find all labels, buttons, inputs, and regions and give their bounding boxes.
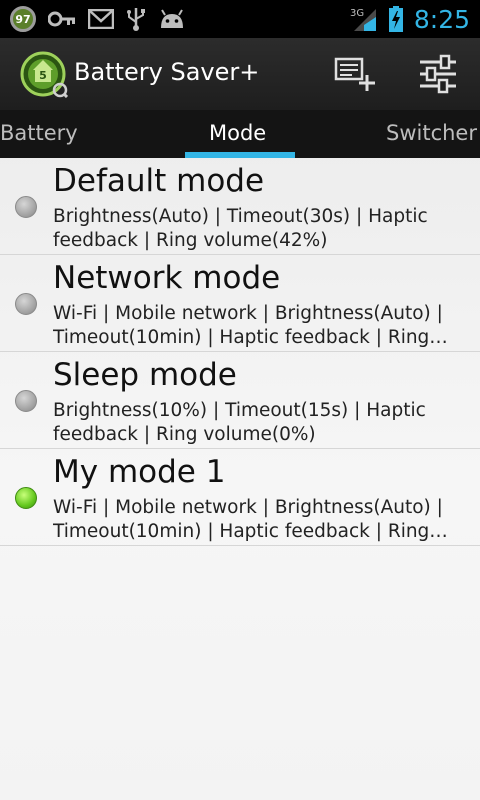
mode-list: Default mode Brightness(Auto) | Timeout(… xyxy=(0,158,480,546)
tab-mode[interactable]: Mode xyxy=(209,110,266,158)
key-icon xyxy=(48,11,75,27)
mode-description: Brightness(10%) | Timeout(15s) | Haptic … xyxy=(53,400,426,445)
mode-description: Wi-Fi | Mobile network | Brightness(Auto… xyxy=(53,303,448,348)
mode-radio-button[interactable] xyxy=(15,390,37,412)
signal-3g-icon: 3G xyxy=(350,8,376,31)
system-icons: 3G 8:25 xyxy=(350,0,470,38)
mode-title: Sleep mode xyxy=(53,357,237,393)
mode-title: My mode 1 xyxy=(53,454,226,490)
clock: 8:25 xyxy=(413,4,470,34)
mode-description: Wi-Fi | Mobile network | Brightness(Auto… xyxy=(53,497,448,542)
add-mode-button[interactable] xyxy=(330,52,378,96)
svg-text:5: 5 xyxy=(39,69,47,82)
mode-title: Network mode xyxy=(53,260,281,296)
gmail-icon xyxy=(88,9,114,29)
mode-description: Brightness(Auto) | Timeout(30s) | Haptic… xyxy=(53,206,428,251)
settings-sliders-icon xyxy=(420,54,456,94)
mode-radio-button-selected[interactable] xyxy=(15,487,37,509)
add-mode-icon xyxy=(334,57,375,91)
tab-switcher[interactable]: Switcher xyxy=(386,110,477,158)
settings-button[interactable] xyxy=(414,52,462,96)
list-item[interactable]: Sleep mode Brightness(10%) | Timeout(15s… xyxy=(0,352,480,449)
badge-notification-icon: 97 xyxy=(10,6,36,32)
mode-radio-button[interactable] xyxy=(15,293,37,315)
app-logo-icon[interactable]: 5 xyxy=(20,50,68,98)
battery-charging-icon xyxy=(388,6,403,32)
usb-icon xyxy=(127,8,145,31)
list-item[interactable]: Default mode Brightness(Auto) | Timeout(… xyxy=(0,158,480,255)
status-bar: 97 3G 8:25 xyxy=(0,0,480,38)
mode-title: Default mode xyxy=(53,163,265,199)
notification-icons: 97 xyxy=(10,5,186,33)
tab-battery[interactable]: Battery xyxy=(0,110,78,158)
app-title: Battery Saver+ xyxy=(74,58,260,86)
svg-text:3G: 3G xyxy=(350,8,364,19)
mode-radio-button[interactable] xyxy=(15,196,37,218)
list-item[interactable]: Network mode Wi-Fi | Mobile network | Br… xyxy=(0,255,480,352)
list-item[interactable]: My mode 1 Wi-Fi | Mobile network | Brigh… xyxy=(0,449,480,546)
android-icon xyxy=(161,9,183,28)
tab-bar: Battery Mode Switcher xyxy=(0,110,480,158)
action-bar: 5 Battery Saver+ xyxy=(0,38,480,110)
badge-number: 97 xyxy=(15,12,31,26)
